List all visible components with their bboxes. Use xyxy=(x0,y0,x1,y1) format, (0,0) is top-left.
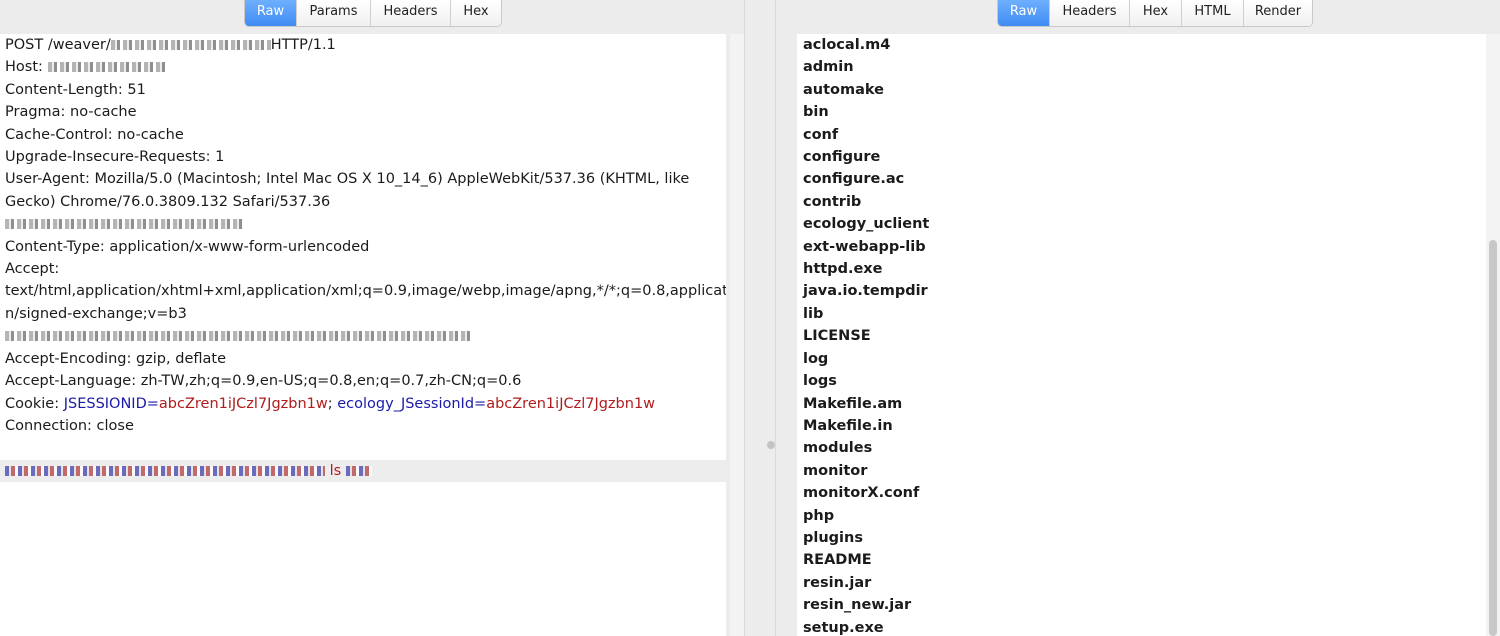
redacted-text xyxy=(110,40,271,50)
request-tab-bar: Raw Params Headers Hex xyxy=(244,0,502,27)
cookie-separator: ; xyxy=(327,395,338,412)
redacted-body xyxy=(345,465,372,476)
response-file-item: bin xyxy=(803,104,829,121)
request-scrollbar[interactable] xyxy=(730,34,744,636)
cookie-value: abcZren1iJCzl7Jgzbn1w xyxy=(486,395,656,412)
response-tab-render[interactable]: Render xyxy=(1244,0,1312,26)
cookie-key: JSESSIONID xyxy=(63,395,147,412)
redacted-text xyxy=(5,219,245,230)
cookie-value: abcZren1iJCzl7Jgzbn1w xyxy=(158,395,328,412)
response-file-item: ext-webapp-lib xyxy=(803,238,926,255)
request-line: User-Agent: Mozilla/5.0 (Macintosh; Inte… xyxy=(5,171,690,188)
redacted-text xyxy=(47,62,168,73)
request-text: POST /weaver/ xyxy=(5,37,111,53)
response-file-item: Makefile.in xyxy=(803,417,893,434)
request-line: Accept-Encoding: gzip, deflate xyxy=(5,350,226,367)
response-file-item: resin.jar xyxy=(803,574,872,591)
request-line xyxy=(0,213,726,235)
request-line: POST /weaver/HTTP/1.1 xyxy=(0,34,726,56)
cookie-equals: = xyxy=(146,395,159,412)
request-text: HTTP/1.1 xyxy=(270,37,336,53)
left-pane-border xyxy=(744,0,745,636)
response-file-item: setup.exe xyxy=(803,619,884,636)
response-file-item: resin_new.jar xyxy=(803,597,912,614)
response-file-item: monitorX.conf xyxy=(803,485,920,502)
response-file-item: LICENSE xyxy=(803,328,871,345)
response-file-item: configure.ac xyxy=(803,171,905,188)
cookie-key: ecology_JSessionId xyxy=(337,395,475,412)
response-tab-raw[interactable]: Raw xyxy=(998,0,1050,26)
request-editor[interactable]: POST /weaver/HTTP/1.1 Host: Content-Lengt… xyxy=(0,34,726,636)
request-tab-headers[interactable]: Headers xyxy=(371,0,451,26)
response-file-item: contrib xyxy=(803,193,862,210)
request-line: Accept: xyxy=(5,261,60,278)
response-file-item: logs xyxy=(803,373,837,390)
request-line: Gecko) Chrome/76.0.3809.132 Safari/537.3… xyxy=(5,193,331,210)
request-body-line[interactable]: ls xyxy=(0,459,726,483)
request-line: n/signed-exchange;v=b3 xyxy=(5,305,187,322)
body-command: ls xyxy=(325,462,346,479)
response-scrollbar-thumb[interactable] xyxy=(1489,240,1497,636)
response-file-item: java.io.tempdir xyxy=(803,283,928,300)
response-file-item: plugins xyxy=(803,529,863,546)
pane-divider-handle[interactable] xyxy=(767,441,775,449)
request-line: Content-Type: application/x-www-form-url… xyxy=(5,238,370,255)
response-file-item: conf xyxy=(803,126,839,143)
cookie-equals: = xyxy=(474,395,487,412)
redacted-text xyxy=(5,331,470,342)
response-file-item: log xyxy=(803,350,829,367)
response-file-item: configure xyxy=(803,149,881,166)
response-file-item: httpd.exe xyxy=(803,261,883,278)
connection-line: Connection: close xyxy=(5,417,134,434)
request-line: text/html,application/xhtml+xml,applicat… xyxy=(5,283,726,300)
response-file-item: aclocal.m4 xyxy=(803,37,891,53)
request-tab-params[interactable]: Params xyxy=(297,0,371,26)
response-file-item: automake xyxy=(803,81,884,98)
right-pane-border xyxy=(775,0,776,636)
response-file-item: README xyxy=(803,552,872,569)
response-tab-hex[interactable]: Hex xyxy=(1130,0,1182,26)
request-tab-hex[interactable]: Hex xyxy=(451,0,501,26)
response-file-item: monitor xyxy=(803,462,868,479)
response-tab-headers[interactable]: Headers xyxy=(1050,0,1130,26)
cookie-line: Cookie: JSESSIONID=abcZren1iJCzl7Jgzbn1w… xyxy=(0,393,726,415)
response-file-item: ecology_uclient xyxy=(803,216,930,233)
request-line: Cache-Control: no-cache xyxy=(5,126,184,143)
cookie-label: Cookie: xyxy=(5,395,64,412)
response-file-item: php xyxy=(803,507,835,524)
response-tab-bar: Raw Headers Hex HTML Render xyxy=(997,0,1313,27)
response-scrollbar[interactable] xyxy=(1486,34,1500,636)
request-line: Host: xyxy=(0,56,726,78)
response-file-item: lib xyxy=(803,305,824,322)
redacted-body xyxy=(5,465,325,476)
request-line: Upgrade-Insecure-Requests: 1 xyxy=(5,149,225,166)
request-tab-raw[interactable]: Raw xyxy=(245,0,297,26)
request-line: Pragma: no-cache xyxy=(5,104,137,121)
response-file-item: modules xyxy=(803,440,873,457)
request-line: Content-Length: 51 xyxy=(5,81,146,98)
request-text: Host: xyxy=(5,59,48,76)
response-tab-html[interactable]: HTML xyxy=(1182,0,1244,26)
response-file-item: admin xyxy=(803,59,854,76)
response-editor[interactable]: aclocal.m4 admin automake bin conf configure c… xyxy=(797,34,1493,636)
request-line: Accept-Language: zh-TW,zh;q=0.9,en-US;q=… xyxy=(5,373,522,390)
request-line xyxy=(0,325,726,347)
response-file-item: Makefile.am xyxy=(803,395,903,412)
